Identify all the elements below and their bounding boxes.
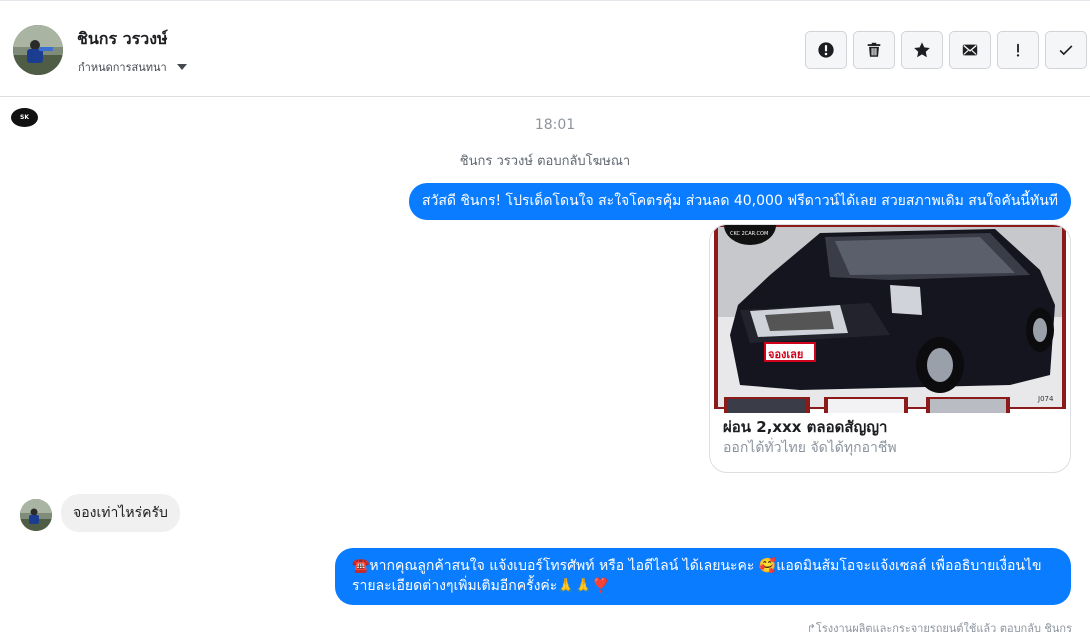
exclamation-icon: [1016, 43, 1020, 57]
conversation-header: ชินกร วรวงษ์ กำหนดการสนทนา: [0, 0, 1090, 97]
follow-up-button[interactable]: [997, 31, 1039, 69]
outgoing-message[interactable]: ☎️หากคุณลูกค้าสนใจ แจ้งเบอร์โทรศัพท์ หรื…: [335, 548, 1071, 605]
mark-unread-button[interactable]: [949, 31, 991, 69]
conversation-toolbar: [805, 31, 1087, 69]
reply-footer-note: ↱โรงงานผลิตและกระจายรถยนต์ใช้แล้ว ตอบกลั…: [806, 622, 1072, 632]
ad-image-plate: J074: [1038, 395, 1054, 403]
message-timestamp: 18:01: [534, 117, 576, 133]
outgoing-message[interactable]: สวัสดี ชินกร! โปรเด็ดโดนใจ สะใจโคตรคุ้ม …: [408, 183, 1071, 220]
delete-button[interactable]: [853, 31, 895, 69]
ad-image-badge: จองเลย: [768, 348, 804, 361]
check-icon: [1059, 45, 1073, 56]
customer-avatar: [20, 499, 52, 531]
ad-car-image: CKC 2CAR.COM จองเลย J074: [710, 225, 1070, 413]
envelope-icon: [962, 44, 978, 56]
ad-card[interactable]: CKC 2CAR.COM จองเลย J074 ผ่อน 2,xxx ตลอด…: [709, 224, 1071, 473]
ad-card-subtitle: ออกได้ทั่วไทย จัดได้ทุกอาชีพ: [723, 440, 897, 456]
assign-conversation-dropdown[interactable]: กำหนดการสนทนา: [78, 58, 187, 76]
mark-done-button[interactable]: [1045, 31, 1087, 69]
contact-avatar[interactable]: [13, 25, 63, 75]
incoming-message[interactable]: จองเท่าไหร่ครับ: [61, 494, 180, 532]
ad-reply-note: ชินกร วรวงษ์ ตอบกลับโฆษณา: [459, 154, 631, 169]
star-icon: [914, 42, 930, 58]
trash-icon: [867, 42, 881, 57]
star-button[interactable]: [901, 31, 943, 69]
contact-name: ชินกร วรวงษ์: [77, 29, 168, 48]
spam-button[interactable]: [805, 31, 847, 69]
caret-down-icon: [176, 64, 187, 70]
ad-card-title: ผ่อน 2,xxx ตลอดสัญญา: [723, 418, 888, 436]
ad-image-watermark: CKC 2CAR.COM: [730, 231, 769, 237]
alert-circle-icon: [818, 42, 834, 58]
assign-label: กำหนดการสนทนา: [78, 61, 167, 74]
